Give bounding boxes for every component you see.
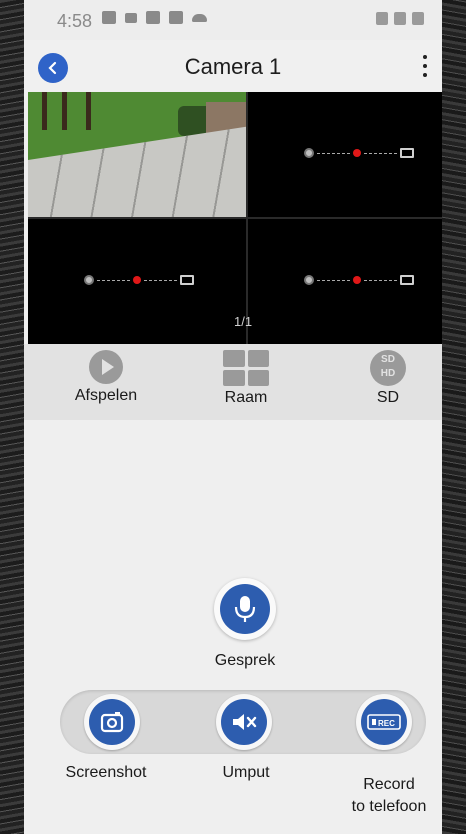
camera-icon xyxy=(304,275,314,285)
play-icon xyxy=(89,350,123,384)
sd-hd-icon: SD HD xyxy=(370,350,406,386)
video-feed-4[interactable] xyxy=(248,219,442,344)
disconnected-dot-icon xyxy=(353,276,361,284)
status-time: 4:58 xyxy=(57,11,93,31)
talk-label: Gesprek xyxy=(214,652,276,669)
gallery-icon xyxy=(102,11,116,24)
camera-icon xyxy=(304,148,314,158)
record-icon: REC xyxy=(367,714,401,730)
screenshot-label: Screenshot xyxy=(65,764,147,781)
playback-button[interactable]: Afspelen xyxy=(51,350,161,405)
hd-text: HD xyxy=(380,368,396,379)
cloud-icon xyxy=(192,13,207,22)
signal-icon xyxy=(394,12,406,25)
video-grid: 1/1 xyxy=(28,92,442,344)
battery-icon xyxy=(412,12,424,25)
microphone-icon xyxy=(234,596,256,622)
tree-trunk xyxy=(42,92,47,130)
dropbox-icon xyxy=(146,11,160,24)
disconnected-dot-icon xyxy=(133,276,141,284)
sd-text: SD xyxy=(381,354,395,365)
grid-layout-icon xyxy=(223,350,269,386)
disconnected-dot-icon xyxy=(353,149,361,157)
monitor-icon xyxy=(400,275,414,285)
playback-label: Afspelen xyxy=(74,387,138,404)
camera-icon xyxy=(84,275,94,285)
record-button[interactable]: REC xyxy=(356,694,412,750)
quality-button[interactable]: SD HD SD xyxy=(333,350,442,407)
document-icon xyxy=(169,11,183,24)
mute-label: Umput xyxy=(222,764,270,781)
temperature-icon xyxy=(125,12,137,23)
screenshot-button[interactable] xyxy=(84,694,140,750)
rec-badge-text: REC xyxy=(378,719,395,728)
phone-screen: 4:58 Camera 1 1/1 Afspelen Raam SD HD SD… xyxy=(24,0,442,834)
camera-icon xyxy=(100,712,124,733)
background-left-edge xyxy=(0,0,24,834)
playback-toolbar: Afspelen Raam SD HD SD xyxy=(24,344,442,420)
more-options-icon[interactable] xyxy=(416,52,434,82)
window-layout-button[interactable]: Raam xyxy=(191,350,301,407)
status-bar: 4:58 xyxy=(24,0,442,40)
video-feed-3[interactable] xyxy=(28,219,246,344)
talk-button[interactable] xyxy=(214,578,276,640)
notification-icons xyxy=(102,11,207,24)
record-label: Record to telefoon xyxy=(324,774,442,818)
tree-trunk xyxy=(62,92,67,130)
system-icons xyxy=(376,12,424,25)
quality-label: SD xyxy=(376,389,400,406)
video-feed-2[interactable] xyxy=(248,92,442,217)
background-right-edge xyxy=(442,0,466,834)
control-bar: REC xyxy=(60,690,426,754)
page-indicator: 1/1 xyxy=(234,314,253,329)
title-bar: Camera 1 xyxy=(24,40,442,92)
speaker-mute-icon xyxy=(233,714,257,730)
record-label-line2: to telefoon xyxy=(351,798,427,815)
mute-button[interactable] xyxy=(216,694,272,750)
monitor-icon xyxy=(180,275,194,285)
window-label: Raam xyxy=(224,389,268,406)
offline-indicator xyxy=(304,146,414,160)
page-title: Camera 1 xyxy=(184,54,282,79)
wifi-icon xyxy=(376,12,388,25)
monitor-icon xyxy=(400,148,414,158)
video-feed-1[interactable] xyxy=(28,92,246,217)
grid-divider xyxy=(28,217,442,219)
record-label-line1: Record xyxy=(363,776,415,793)
offline-indicator xyxy=(304,273,414,287)
tree-trunk xyxy=(86,92,91,130)
offline-indicator xyxy=(84,273,194,287)
